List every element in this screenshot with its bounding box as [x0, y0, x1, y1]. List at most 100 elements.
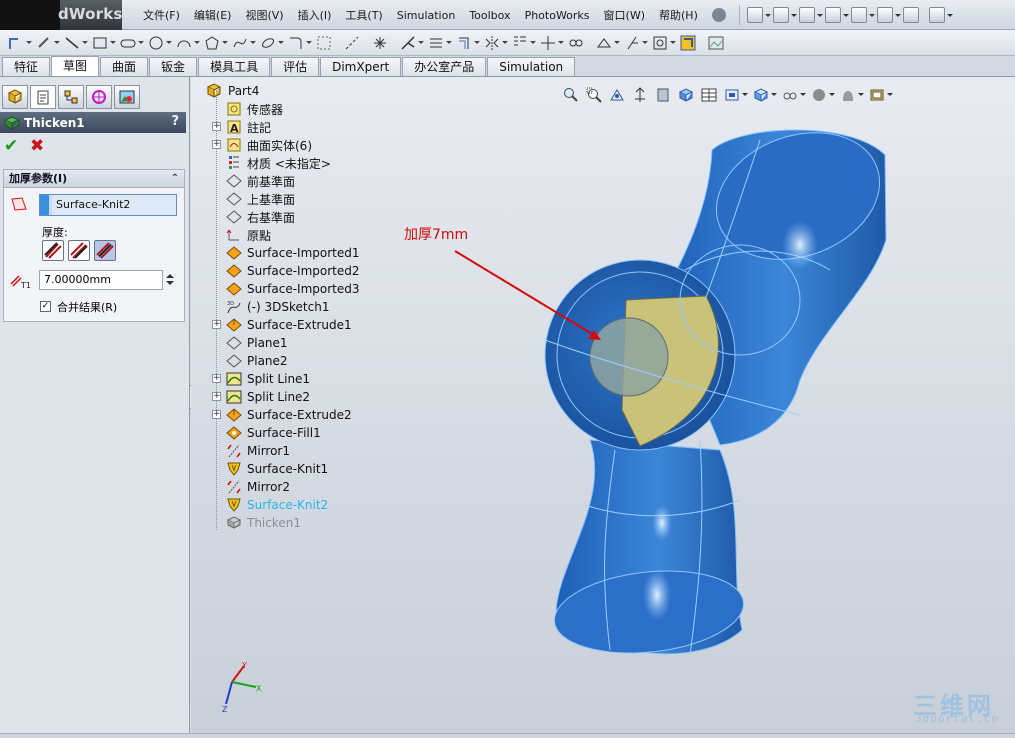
tree-item[interactable]: Mirror1 [198, 442, 378, 460]
polygon-icon[interactable] [204, 35, 228, 51]
circle-icon[interactable] [148, 35, 172, 51]
menu-tools[interactable]: 工具(T) [338, 7, 389, 23]
display-manager-tab[interactable] [114, 85, 140, 109]
thicken-side1-button[interactable] [42, 240, 64, 261]
open-icon[interactable] [773, 7, 797, 23]
linear-pattern-icon[interactable] [512, 35, 536, 51]
expand-toggle-icon[interactable]: + [212, 392, 221, 401]
tab-sketch[interactable]: 草图 [51, 56, 100, 76]
tree-item[interactable]: 前基準面 [198, 172, 378, 190]
menu-view[interactable]: 视图(V) [238, 7, 290, 23]
tree-item[interactable]: 上基準面 [198, 190, 378, 208]
new-document-icon[interactable] [747, 7, 771, 23]
menu-help[interactable]: 帮助(H) [652, 7, 705, 23]
help-icon[interactable]: ? [171, 114, 179, 129]
tab-surfaces[interactable]: 曲面 [100, 57, 149, 76]
thickened-surface-model[interactable] [544, 111, 897, 662]
menu-toolbox[interactable]: Toolbox [462, 9, 517, 22]
tree-item[interactable]: + A 註記 [198, 118, 378, 136]
thicken-side2-button[interactable] [68, 240, 90, 261]
smart-dimension-icon[interactable] [36, 35, 60, 51]
face-selection-box[interactable]: Surface-Knit2 [39, 194, 177, 216]
plane-sketch-icon[interactable] [316, 35, 332, 51]
tree-item[interactable]: Mirror2 [198, 478, 378, 496]
display-mode-icon[interactable] [753, 87, 777, 103]
thickness-spinner[interactable] [164, 270, 176, 290]
expand-toggle-icon[interactable]: + [212, 122, 221, 131]
tree-item[interactable]: + 曲面实体(6) [198, 136, 378, 154]
tree-item[interactable]: 材质 <未指定> [198, 154, 378, 172]
tree-item[interactable]: + Split Line1 [198, 370, 378, 388]
tree-item[interactable]: Surface-Imported3 [198, 280, 378, 298]
dimxpert-manager-tab[interactable] [86, 85, 112, 109]
group-header[interactable]: 加厚参数(I) ⌃ [4, 170, 184, 188]
tree-item[interactable]: 原點 [198, 226, 378, 244]
scene-icon[interactable] [840, 87, 864, 103]
merge-result-checkbox[interactable]: ✓ [40, 301, 51, 312]
options-icon[interactable] [929, 7, 953, 23]
mirror-entities-icon[interactable] [484, 35, 508, 51]
expand-toggle-icon[interactable]: + [212, 410, 221, 419]
tab-simulation[interactable]: Simulation [487, 57, 576, 76]
menu-file[interactable]: 文件(F) [136, 7, 187, 23]
appearance-icon[interactable] [811, 87, 835, 103]
tree-item[interactable]: Plane1 [198, 334, 378, 352]
display-style-icon[interactable] [678, 87, 694, 103]
trim-icon[interactable] [400, 35, 424, 51]
convert-entities-icon[interactable] [428, 35, 452, 51]
view-orientation-icon[interactable] [655, 87, 671, 103]
tree-item[interactable]: + Split Line2 [198, 388, 378, 406]
offset-icon[interactable] [456, 35, 480, 51]
tab-office-products[interactable]: 办公室产品 [402, 57, 487, 76]
tab-evaluate[interactable]: 评估 [271, 57, 320, 76]
slot-icon[interactable] [120, 35, 144, 51]
menu-window[interactable]: 窗口(W) [597, 7, 652, 23]
configuration-manager-tab[interactable] [58, 85, 84, 109]
expand-toggle-icon[interactable]: + [212, 374, 221, 383]
feature-manager-tab[interactable] [2, 85, 28, 109]
tree-item[interactable]: Thicken1 [198, 514, 378, 532]
zoom-to-area-icon[interactable] [586, 87, 602, 103]
print-icon[interactable] [825, 7, 849, 23]
quick-snaps-icon[interactable] [624, 35, 648, 51]
tree-item[interactable]: Surface-Imported2 [198, 262, 378, 280]
tree-item[interactable]: 右基準面 [198, 208, 378, 226]
arc-icon[interactable] [176, 35, 200, 51]
menu-insert[interactable]: 插入(I) [291, 7, 339, 23]
ellipse-icon[interactable] [260, 35, 284, 51]
sketch-picture-icon[interactable] [708, 35, 724, 51]
menu-edit[interactable]: 编辑(E) [187, 7, 239, 23]
tree-item[interactable]: + Surface-Extrude1 [198, 316, 378, 334]
thicken-both-sides-button[interactable] [94, 240, 116, 261]
tree-root-part[interactable]: Part4 [198, 82, 378, 100]
spline-icon[interactable] [232, 35, 256, 51]
undo-icon[interactable] [851, 7, 875, 23]
tab-dimxpert[interactable]: DimXpert [320, 57, 402, 76]
rectangle-icon[interactable] [92, 35, 116, 51]
point-icon[interactable] [372, 35, 388, 51]
tree-item[interactable]: Plane2 [198, 352, 378, 370]
spin-down-icon[interactable] [166, 281, 174, 289]
display-relations-icon[interactable] [568, 35, 584, 51]
view-layout-icon[interactable] [701, 87, 717, 103]
rapid-sketch-icon[interactable] [652, 35, 676, 51]
sketch-icon[interactable] [8, 35, 32, 51]
tree-item[interactable]: + Surface-Extrude2 [198, 406, 378, 424]
rebuild-icon[interactable] [903, 7, 919, 23]
spin-up-icon[interactable] [166, 270, 174, 278]
ok-button[interactable]: ✔ [4, 137, 22, 155]
tab-sheet-metal[interactable]: 钣金 [149, 57, 198, 76]
pin-icon[interactable] [712, 8, 726, 22]
cancel-button[interactable]: ✖ [30, 137, 48, 155]
thickness-input[interactable]: 7.00000mm [39, 270, 163, 290]
tree-item[interactable]: Surface-Fill1 [198, 424, 378, 442]
collapse-icon[interactable]: ⌃ [171, 170, 179, 188]
view-dropdown-icon[interactable] [724, 87, 748, 103]
zoom-to-fit-icon[interactable] [563, 87, 579, 103]
view-settings-icon[interactable] [869, 87, 893, 103]
fillet-icon[interactable] [288, 35, 312, 51]
tab-features[interactable]: 特征 [2, 57, 51, 76]
tree-item[interactable]: Surface-Imported1 [198, 244, 378, 262]
tree-item[interactable]: 传感器 [198, 100, 378, 118]
instant-3d-icon[interactable] [680, 35, 696, 51]
